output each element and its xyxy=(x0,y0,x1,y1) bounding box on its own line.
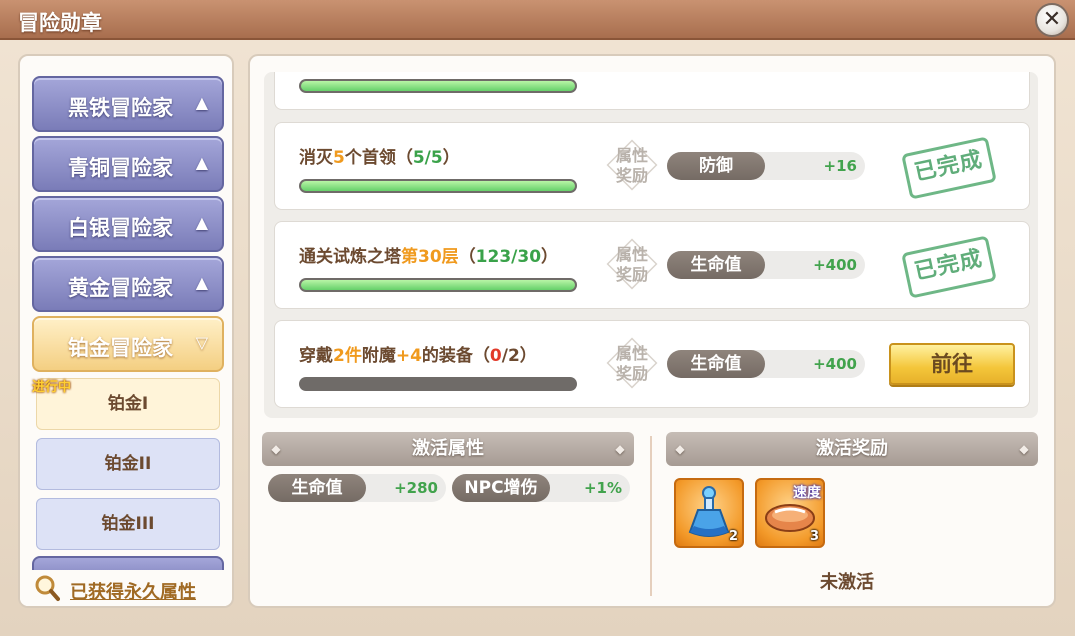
arrow-up-icon: ▲ xyxy=(195,153,208,172)
item-count: 2 xyxy=(728,529,738,544)
tier-tab-black-iron[interactable]: 黑铁冒险家 ▲ xyxy=(32,76,224,132)
task-card: 穿戴2件附魔+4的装备（0/2） 属性 奖励 生命值 +400 前往 xyxy=(274,320,1030,408)
reward-item[interactable]: 速度 3 xyxy=(755,478,825,548)
activation-status: 未激活 xyxy=(820,572,874,593)
task-title: 消灭5个首领（5/5） xyxy=(299,148,460,168)
reward-attribute: 生命值 +400 xyxy=(667,350,865,378)
attribute-reward-tag: 属性 奖励 xyxy=(603,137,661,197)
permanent-attributes-row: 已获得永久属性 xyxy=(20,570,232,606)
item-count: 3 xyxy=(809,529,819,544)
task-card: 消灭5个首领（5/5） 属性 奖励 防御 +16 已完成 xyxy=(274,122,1030,210)
window-title: 冒险勋章 xyxy=(18,11,102,35)
arrow-up-icon: ▲ xyxy=(195,93,208,112)
stat-name: 生命值 xyxy=(268,474,366,502)
progress-bar xyxy=(299,79,577,93)
magnifier-icon xyxy=(35,575,60,601)
tier-label: 黑铁冒险家 xyxy=(68,96,173,120)
activation-stat: 生命值 +280 xyxy=(268,474,446,502)
reward-attribute: 生命值 +400 xyxy=(667,251,865,279)
progress-fill xyxy=(301,280,575,290)
task-title: 穿戴2件附魔+4的装备（0/2） xyxy=(299,346,537,366)
task-card: 通关试炼之塔第30层（123/30） 属性 奖励 生命值 +400 已完成 xyxy=(274,221,1030,309)
attribute-reward-tag: 属性 奖励 xyxy=(603,236,661,296)
stat-value: +280 xyxy=(394,479,438,497)
tier-tab-gold[interactable]: 黄金冒险家 ▲ xyxy=(32,256,224,312)
activation-stat: NPC增伤 +1% xyxy=(452,474,630,502)
speed-badge: 速度 xyxy=(793,485,821,501)
attribute-name: 防御 xyxy=(667,152,765,180)
attribute-name: 生命值 xyxy=(667,251,765,279)
tier-tab-platinum[interactable]: 铂金冒险家 ▽ xyxy=(32,316,224,372)
task-card-partial xyxy=(274,72,1030,110)
tier-tab-silver[interactable]: 白银冒险家 ▲ xyxy=(32,196,224,252)
progress-bar xyxy=(299,179,577,193)
title-bar: 冒险勋章 ✕ xyxy=(0,0,1075,40)
close-button[interactable]: ✕ xyxy=(1035,3,1069,37)
tier-label: 黄金冒险家 xyxy=(68,276,173,300)
sub-level-platinum-2[interactable]: 铂金II xyxy=(36,438,220,490)
arrow-up-icon: ▲ xyxy=(195,273,208,292)
arrow-down-icon: ▽ xyxy=(195,333,208,352)
attribute-name: 生命值 xyxy=(667,350,765,378)
activation-rewards-header: ◆ 激活奖励 ◆ xyxy=(666,432,1038,466)
task-title: 通关试炼之塔第30层（123/30） xyxy=(299,247,559,267)
tier-label: 白银冒险家 xyxy=(68,216,173,240)
attribute-reward-tag: 属性 奖励 xyxy=(603,335,661,395)
header-cap-left-icon: ◆ xyxy=(271,442,281,456)
attribute-value: +400 xyxy=(813,355,857,373)
attribute-value: +16 xyxy=(823,157,857,175)
reward-attribute: 防御 +16 xyxy=(667,152,865,180)
progress-fill xyxy=(301,181,575,191)
header-cap-left-icon: ◆ xyxy=(675,442,685,456)
tier-sidebar: 黑铁冒险家 ▲ 青铜冒险家 ▲ 白银冒险家 ▲ 黄金冒险家 ▲ 铂金冒险家 ▽ … xyxy=(18,54,234,608)
permanent-attributes-link[interactable]: 已获得永久属性 xyxy=(70,578,196,604)
tier-label: 铂金冒险家 xyxy=(68,336,173,360)
stat-name: NPC增伤 xyxy=(452,474,550,502)
header-cap-right-icon: ◆ xyxy=(1019,442,1029,456)
goto-button[interactable]: 前往 xyxy=(889,343,1015,385)
attribute-value: +400 xyxy=(813,256,857,274)
progress-bar xyxy=(299,377,577,391)
arrow-up-icon: ▲ xyxy=(195,213,208,232)
section-divider xyxy=(650,436,652,596)
stat-value: +1% xyxy=(583,479,622,497)
activation-attributes-header: ◆ 激活属性 ◆ xyxy=(262,432,634,466)
task-list: 消灭5个首领（5/5） 属性 奖励 防御 +16 已完成 通关试炼之塔第30层（1… xyxy=(264,72,1038,418)
tier-label: 青铜冒险家 xyxy=(68,156,173,180)
sub-level-platinum-3[interactable]: 铂金III xyxy=(36,498,220,550)
completed-stamp: 已完成 xyxy=(901,136,997,200)
tier-tab-bronze[interactable]: 青铜冒险家 ▲ xyxy=(32,136,224,192)
in-progress-badge: 进行中 xyxy=(32,380,72,395)
header-cap-right-icon: ◆ xyxy=(615,442,625,456)
reward-item[interactable]: 2 xyxy=(674,478,744,548)
completed-stamp: 已完成 xyxy=(901,235,997,299)
progress-bar xyxy=(299,278,577,292)
